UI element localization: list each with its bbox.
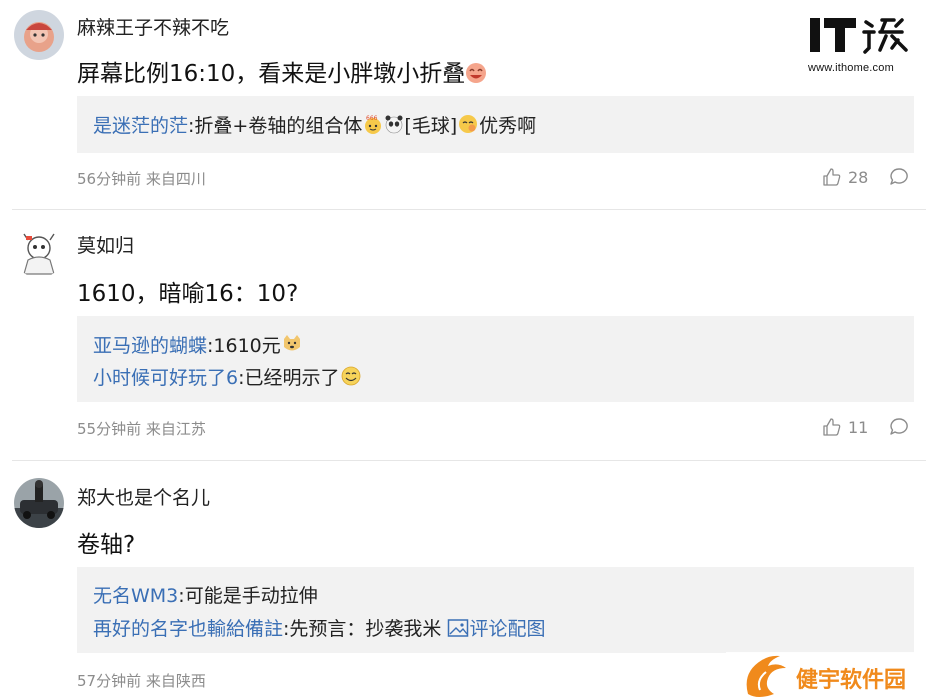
reply-text: 折叠+卷轴的组合体: [194, 115, 363, 137]
svg-text:666: 666: [366, 115, 378, 122]
comment-content: 屏幕比例16:10，看来是小胖墩小折叠: [77, 54, 487, 90]
comment-username[interactable]: 郑大也是个名儿: [77, 483, 210, 510]
reply-button[interactable]: [888, 166, 910, 192]
thumbs-up-icon: [823, 418, 841, 436]
reply-username[interactable]: 亚马逊的蝴蝶: [93, 335, 207, 357]
reply-box: 无名WM3:可能是手动拉伸 再好的名字也輸給備註:先预言：抄袭我米 评论配图: [77, 567, 914, 653]
reply-item: 是迷茫的茫:折叠+卷轴的组合体 666 [毛球] 优秀啊: [93, 111, 536, 140]
smile-emoji-icon: [340, 365, 362, 392]
comment-divider: [12, 209, 926, 210]
comment-content: 1610，暗喻16：10?: [77, 281, 299, 307]
speech-bubble-icon: [890, 168, 908, 185]
comment-location: 来自陕西: [145, 672, 206, 690]
avatar[interactable]: [14, 228, 64, 278]
reply-text: 优秀啊: [479, 115, 537, 137]
like-button[interactable]: 28: [822, 167, 868, 187]
doge-emoji-icon: [281, 333, 303, 360]
reply-box: 是迷茫的茫:折叠+卷轴的组合体 666 [毛球] 优秀啊: [77, 96, 914, 153]
fox-logo-icon: [746, 655, 786, 697]
thumbs-emoji-icon: [457, 113, 479, 140]
reply-item: 亚马逊的蝴蝶:1610元: [93, 331, 303, 360]
like-count: 28: [848, 167, 869, 187]
666-emoji-icon: 666: [362, 113, 384, 140]
comment-content: 卷轴?: [77, 532, 136, 558]
comment-meta: 56分钟前 来自四川: [77, 168, 206, 189]
reply-text: 先预言：抄袭我米: [289, 618, 442, 640]
comment-username[interactable]: 莫如归: [77, 231, 134, 258]
watermark-text: 健宇软件园: [796, 668, 907, 693]
comment-time: 57分钟前: [77, 672, 142, 690]
reply-item: 小时候可好玩了6:已经明示了: [93, 363, 362, 392]
reply-text: 1610元: [213, 335, 281, 357]
reply-username[interactable]: 小时候可好玩了6: [93, 367, 238, 389]
image-icon: [447, 618, 469, 643]
panda-emoji-icon: [384, 113, 404, 140]
speech-bubble-icon: [890, 418, 908, 435]
comment-text: 屏幕比例16:10，看来是小胖墩小折叠: [77, 61, 466, 87]
comment-meta: 57分钟前 来自陕西: [77, 670, 206, 691]
reply-item: 再好的名字也輸給備註:先预言：抄袭我米 评论配图: [93, 614, 546, 643]
like-button[interactable]: 11: [822, 417, 868, 437]
comment-divider: [12, 460, 926, 461]
laughing-emoji-icon: [465, 62, 487, 90]
reply-username[interactable]: 无名WM3: [93, 585, 178, 607]
watermark: 健宇软件园: [726, 652, 926, 700]
avatar[interactable]: [14, 478, 64, 528]
reply-username[interactable]: 再好的名字也輸給備註: [93, 618, 283, 640]
reply-button[interactable]: [888, 416, 910, 442]
thumbs-up-icon: [823, 168, 841, 186]
comment-time: 55分钟前: [77, 420, 142, 438]
reply-text: 可能是手动拉伸: [184, 585, 318, 607]
logo-url: www.ithome.com: [808, 62, 894, 74]
reply-box: 亚马逊的蝴蝶:1610元 小时候可好玩了6:已经明示了: [77, 316, 914, 402]
it-logo-icon: [810, 18, 908, 54]
reply-text: 已经明示了: [244, 367, 340, 389]
reply-item: 无名WM3:可能是手动拉伸: [93, 581, 318, 608]
reply-username[interactable]: 是迷茫的茫: [93, 115, 188, 137]
reply-emoji-tag: [毛球]: [404, 115, 458, 137]
comment-username[interactable]: 麻辣王子不辣不吃: [77, 13, 229, 40]
comment-location: 来自四川: [145, 170, 206, 188]
image-link[interactable]: 评论配图: [447, 618, 546, 643]
comment-location: 来自江苏: [145, 420, 206, 438]
image-link-label: 评论配图: [469, 618, 546, 640]
comment-meta: 55分钟前 来自江苏: [77, 418, 206, 439]
avatar[interactable]: [14, 10, 64, 60]
comment-time: 56分钟前: [77, 170, 142, 188]
like-count: 11: [848, 417, 869, 437]
